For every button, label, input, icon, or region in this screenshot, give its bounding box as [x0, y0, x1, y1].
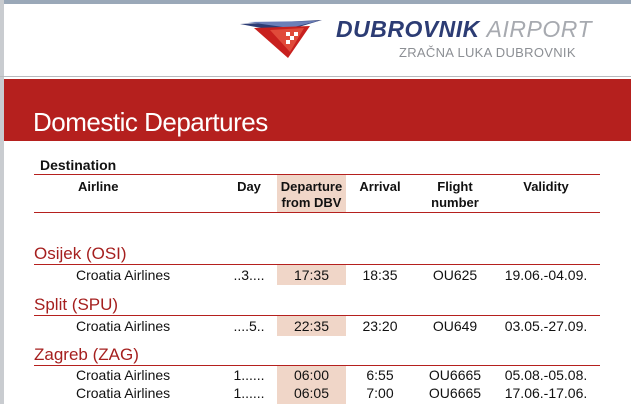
col-day: Day — [237, 179, 261, 194]
col-validity: Validity — [523, 179, 569, 194]
top-strip — [0, 0, 631, 4]
col-flight-line2: number — [431, 195, 479, 210]
col-flight-line1: Flight — [437, 179, 473, 194]
row-arrival: 7:00 — [366, 385, 394, 401]
airport-name: DUBROVNIK AIRPORT — [336, 16, 592, 43]
left-border — [0, 0, 4, 404]
row-arrival: 18:35 — [362, 267, 398, 283]
airport-name-light: AIRPORT — [486, 16, 592, 42]
row-departure: 22:35 — [293, 318, 330, 334]
timetable-page: DUBROVNIK AIRPORT ZRAČNA LUKA DUBROVNIK … — [0, 0, 631, 404]
row-validity: 03.05.-27.09. — [504, 318, 588, 334]
row-departure: 06:05 — [293, 385, 330, 401]
airport-name-bold: DUBROVNIK — [336, 16, 480, 42]
row-airline: Croatia Airlines — [76, 267, 171, 283]
row-validity: 19.06.-04.09. — [504, 267, 588, 283]
city-split: Split (SPU) — [34, 295, 119, 314]
row-flight: OU649 — [432, 318, 478, 334]
col-departure-line2: from DBV — [281, 195, 342, 210]
col-arrival: Arrival — [359, 179, 401, 194]
row-arrival: 6:55 — [366, 367, 394, 383]
row-day: 1...... — [233, 385, 265, 401]
col-airline: Airline — [78, 179, 119, 194]
row-arrival: 23:20 — [362, 318, 398, 334]
row-flight: OU6665 — [428, 385, 482, 401]
row-airline: Croatia Airlines — [76, 385, 171, 401]
header-bottom-rule — [34, 212, 600, 213]
destination-header: Destination — [40, 157, 117, 173]
row-airline: Croatia Airlines — [76, 367, 171, 383]
row-day: ..3.... — [233, 267, 265, 283]
header-divider — [0, 76, 631, 77]
row-departure: 06:00 — [293, 367, 330, 383]
col-departure-line1: Departure — [280, 179, 343, 194]
row-validity: 17.06.-17.06. — [504, 385, 588, 401]
row-day: 1...... — [233, 367, 265, 383]
airport-logo-icon — [240, 20, 322, 58]
col-flight: Flight number — [420, 179, 490, 211]
row-flight: OU625 — [432, 267, 478, 283]
city-osijek: Osijek (OSI) — [34, 244, 127, 263]
row-validity: 05.08.-05.08. — [504, 367, 588, 383]
page-title: Domestic Departures — [33, 107, 268, 137]
row-departure: 17:35 — [293, 267, 330, 283]
row-day: ....5.. — [233, 318, 265, 334]
row-airline: Croatia Airlines — [76, 318, 171, 334]
airport-subtitle: ZRAČNA LUKA DUBROVNIK — [399, 45, 576, 60]
city-zagreb: Zagreb (ZAG) — [34, 345, 139, 364]
row-flight: OU6665 — [428, 367, 482, 383]
col-departure: Departure from DBV — [277, 179, 346, 211]
